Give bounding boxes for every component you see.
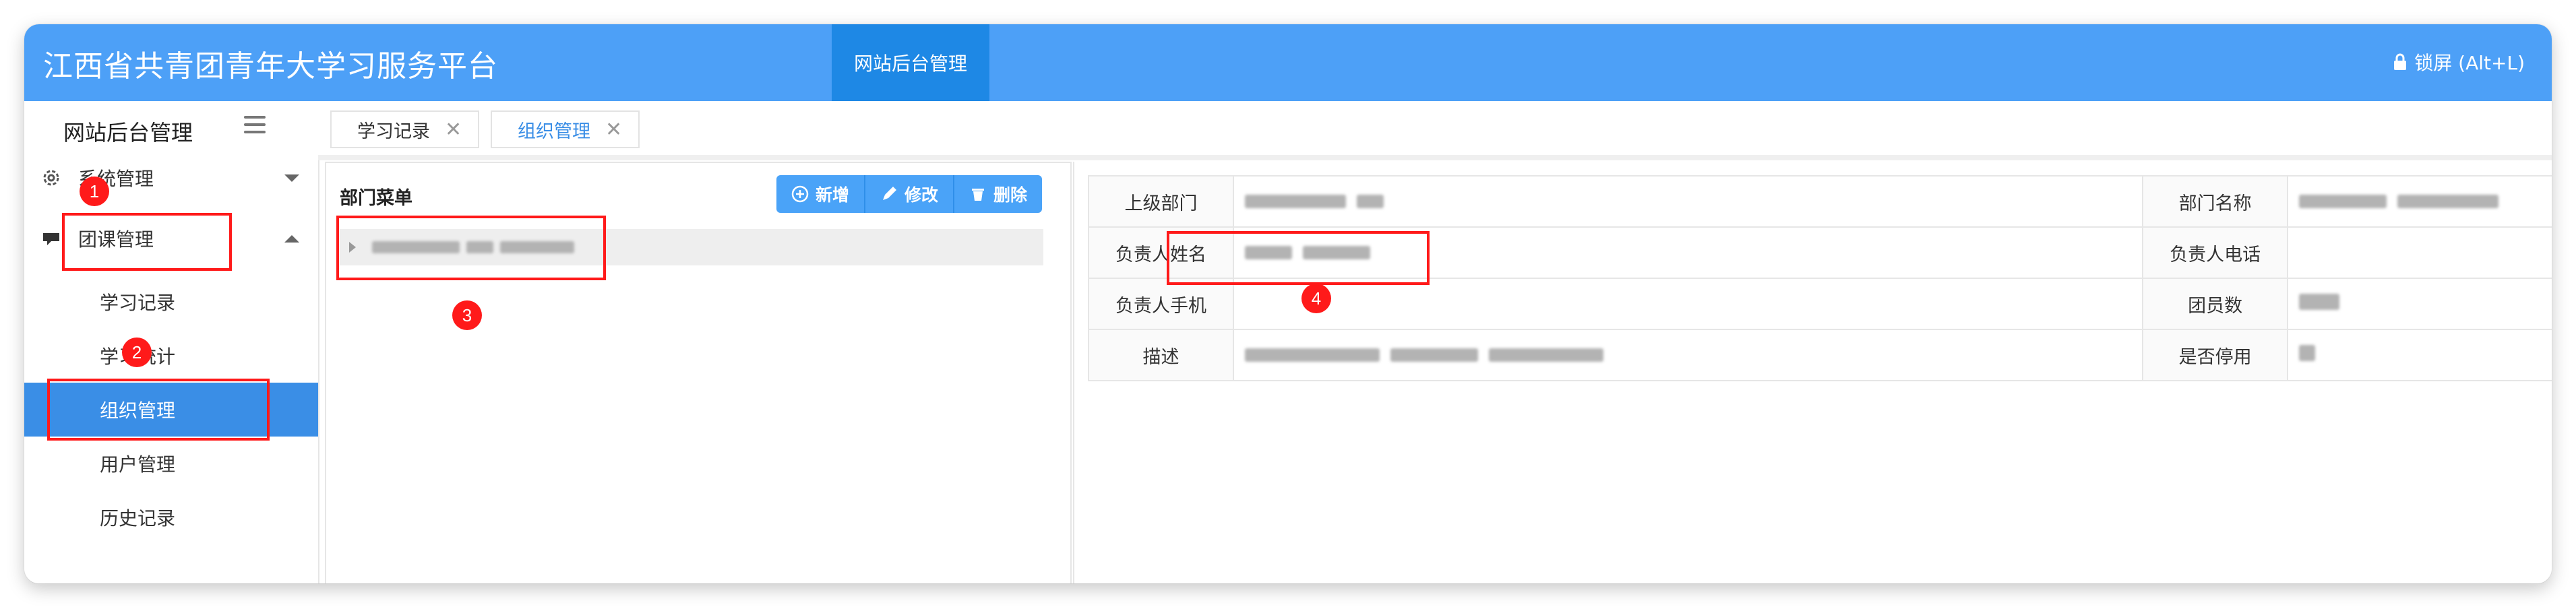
field-value-leader-mobile <box>1233 278 2144 330</box>
app-title: 江西省共青团青年大学习服务平台 <box>43 49 498 84</box>
field-value-description <box>1233 329 2144 381</box>
chat-bubble-icon <box>43 233 59 245</box>
delete-button[interactable]: 删除 <box>954 175 1043 213</box>
sidebar-item-label: 历史记录 <box>100 507 176 530</box>
tab-study-records[interactable]: 学习记录 ✕ <box>330 110 480 148</box>
chevron-down-icon <box>284 174 299 182</box>
annotation-badge-4: 4 <box>1301 284 1331 313</box>
field-value-leader-phone <box>2287 226 2552 279</box>
field-label-disabled: 是否停用 <box>2142 329 2289 381</box>
add-button-label: 新增 <box>816 185 850 205</box>
annotation-badge-1: 1 <box>80 177 109 206</box>
sidebar-item-label: 学习记录 <box>100 292 176 314</box>
field-label-leader-phone: 负责人电话 <box>2142 226 2289 279</box>
chevron-up-icon <box>284 234 299 243</box>
pencil-icon <box>883 187 897 200</box>
edit-button[interactable]: 修改 <box>865 175 955 213</box>
field-value-dept-name <box>2287 175 2552 228</box>
field-label-leader-mobile: 负责人手机 <box>1087 278 1235 330</box>
sidebar-item-label: 用户管理 <box>100 453 176 476</box>
dept-button-group: 新增 修改 删除 <box>776 175 1043 213</box>
menu-system-management[interactable]: 系统管理 <box>24 151 318 205</box>
field-label-parent-dept: 上级部门 <box>1087 175 1235 228</box>
tab-org-management[interactable]: 组织管理 ✕ <box>491 110 640 148</box>
add-button[interactable]: 新增 <box>776 175 866 213</box>
field-label-dept-name: 部门名称 <box>2142 175 2289 228</box>
annotation-box-2 <box>47 379 270 441</box>
sidebar-item-study-stats[interactable]: 学习统计 <box>24 329 318 383</box>
annotation-badge-3: 3 <box>452 300 482 330</box>
page-tab-strip: 学习记录 ✕ 组织管理 ✕ <box>318 101 2552 160</box>
close-icon[interactable]: ✕ <box>605 118 622 141</box>
field-value-member-count <box>2287 278 2552 330</box>
table-row: 描述 是否停用 <box>1087 329 2552 381</box>
field-value-parent-dept <box>1233 175 2144 228</box>
edit-button-label: 修改 <box>904 185 939 205</box>
sidebar-item-history[interactable]: 历史记录 <box>24 490 318 544</box>
sidebar-item-study-records[interactable]: 学习记录 <box>24 275 318 329</box>
lock-icon <box>2394 53 2407 70</box>
tab-label: 组织管理 <box>518 121 590 142</box>
field-value-disabled <box>2287 329 2552 381</box>
annotation-box-3 <box>336 216 606 280</box>
menu-toggle-icon[interactable] <box>244 116 266 135</box>
lock-screen-label: 锁屏 (Alt+L) <box>2414 52 2525 74</box>
top-header: 江西省共青团青年大学习服务平台 网站后台管理 锁屏 (Alt+L) <box>24 24 2552 101</box>
field-label-member-count: 团员数 <box>2142 278 2289 330</box>
app-window: 江西省共青团青年大学习服务平台 网站后台管理 锁屏 (Alt+L) 网站后台管理… <box>24 24 2552 583</box>
table-row: 上级部门 部门名称 <box>1087 175 2552 228</box>
annotation-box-4 <box>1167 231 1430 285</box>
lock-screen-button[interactable]: 锁屏 (Alt+L) <box>2393 49 2525 75</box>
gear-icon <box>43 170 59 186</box>
close-icon[interactable]: ✕ <box>445 118 462 141</box>
annotation-box-1 <box>62 213 232 271</box>
nav-tab-admin[interactable]: 网站后台管理 <box>832 24 989 101</box>
trash-icon <box>972 189 985 201</box>
annotation-badge-2: 2 <box>122 338 152 367</box>
sidebar-title: 网站后台管理 <box>63 120 193 146</box>
sidebar-item-user-management[interactable]: 用户管理 <box>24 437 318 490</box>
field-label-description: 描述 <box>1087 329 1235 381</box>
tab-label: 学习记录 <box>357 121 430 142</box>
plus-circle-icon <box>791 185 809 203</box>
dept-detail-panel: 上级部门 部门名称 负责人姓名 负责人电话 负责人手机 团员数 描述 是否停用 <box>1073 162 2552 583</box>
sidebar: 网站后台管理 系统管理 团课管理 学习记录 学习统计 组织管理 <box>24 101 319 583</box>
dept-menu-title: 部门菜单 <box>340 188 412 209</box>
delete-button-label: 删除 <box>993 185 1028 205</box>
